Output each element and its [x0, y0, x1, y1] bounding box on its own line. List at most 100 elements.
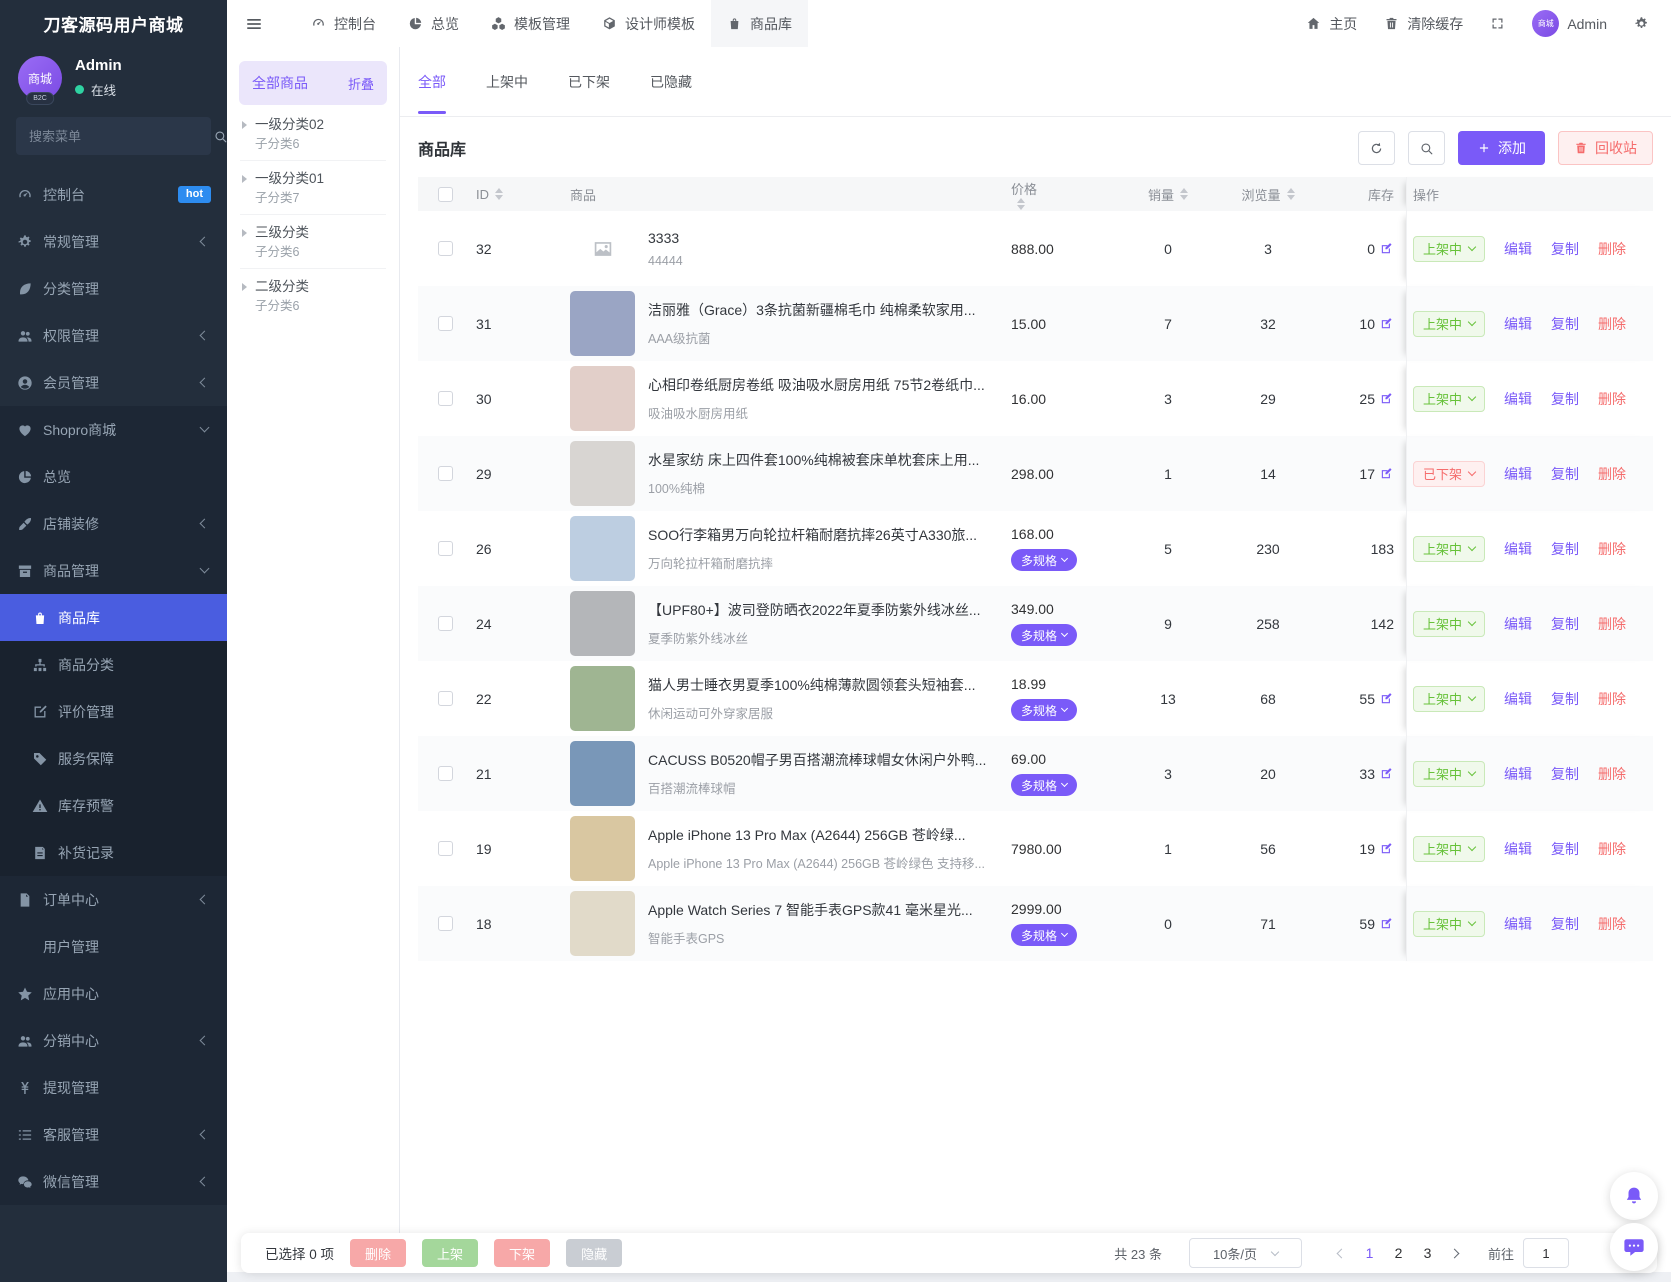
- row-checkbox[interactable]: [438, 316, 453, 331]
- category-item-3[interactable]: 二级分类 子分类6: [240, 269, 386, 322]
- status-select[interactable]: 上架中: [1413, 535, 1486, 562]
- stock-edit-button[interactable]: [1379, 466, 1394, 481]
- multi-spec-badge[interactable]: 多规格: [1011, 549, 1078, 571]
- batch-off-shelf-button[interactable]: 下架: [494, 1239, 551, 1267]
- sidebar-item-15[interactable]: 订单中心: [0, 876, 227, 923]
- status-select[interactable]: 已下架: [1413, 460, 1486, 487]
- topbar-tab-3[interactable]: 设计师模板: [586, 0, 711, 47]
- menu-toggle-button[interactable]: [227, 0, 281, 47]
- batch-delete-button[interactable]: 删除: [350, 1239, 407, 1267]
- delete-link[interactable]: 删除: [1598, 839, 1626, 859]
- product-image[interactable]: [570, 516, 635, 581]
- category-item-2[interactable]: 三级分类 子分类6: [240, 215, 386, 269]
- topbar-tab-0[interactable]: 控制台: [295, 0, 392, 47]
- multi-spec-badge[interactable]: 多规格: [1011, 699, 1078, 721]
- row-checkbox[interactable]: [438, 391, 453, 406]
- notifications-button[interactable]: [1610, 1172, 1658, 1220]
- edit-link[interactable]: 编辑: [1504, 914, 1532, 934]
- delete-link[interactable]: 删除: [1598, 764, 1626, 784]
- goto-page-input[interactable]: [1523, 1238, 1569, 1268]
- home-button[interactable]: 主页: [1306, 14, 1357, 34]
- stock-edit-button[interactable]: [1379, 916, 1394, 931]
- page-number-3[interactable]: 3: [1413, 1245, 1442, 1261]
- category-item-0[interactable]: 一级分类02 子分类6: [240, 107, 386, 161]
- avatar[interactable]: 商城 B2C: [18, 56, 62, 105]
- edit-link[interactable]: 编辑: [1504, 239, 1532, 259]
- tab-2[interactable]: 已下架: [568, 47, 610, 116]
- category-collapse-button[interactable]: 折叠: [348, 74, 374, 93]
- multi-spec-badge[interactable]: 多规格: [1011, 924, 1078, 946]
- category-header[interactable]: 全部商品 折叠: [239, 61, 387, 105]
- delete-link[interactable]: 删除: [1598, 689, 1626, 709]
- tab-1[interactable]: 上架中: [486, 47, 528, 116]
- page-size-select[interactable]: 10条/页: [1188, 1238, 1302, 1268]
- tab-0[interactable]: 全部: [418, 47, 446, 116]
- batch-hide-button[interactable]: 隐藏: [566, 1239, 623, 1267]
- topbar-tab-4[interactable]: 商品库: [711, 0, 808, 47]
- product-image[interactable]: [570, 591, 635, 656]
- sidebar-item-3[interactable]: 权限管理: [0, 312, 227, 359]
- sidebar-item-21[interactable]: 微信管理: [0, 1158, 227, 1205]
- column-header-2[interactable]: 价格: [1011, 179, 1123, 210]
- copy-link[interactable]: 复制: [1551, 764, 1579, 784]
- status-select[interactable]: 上架中: [1413, 910, 1486, 937]
- sidebar-item-9[interactable]: 商品库: [0, 594, 227, 641]
- edit-link[interactable]: 编辑: [1504, 539, 1532, 559]
- product-image[interactable]: [570, 441, 635, 506]
- product-image[interactable]: [570, 816, 635, 881]
- sidebar-item-19[interactable]: 提现管理: [0, 1064, 227, 1111]
- status-select[interactable]: 上架中: [1413, 685, 1486, 712]
- edit-link[interactable]: 编辑: [1504, 839, 1532, 859]
- row-checkbox[interactable]: [438, 616, 453, 631]
- topbar-tab-1[interactable]: 总览: [392, 0, 475, 47]
- category-subitem[interactable]: 子分类6: [255, 299, 384, 314]
- page-number-2[interactable]: 2: [1384, 1245, 1413, 1261]
- category-subitem[interactable]: 子分类6: [255, 137, 384, 152]
- edit-link[interactable]: 编辑: [1504, 464, 1532, 484]
- settings-button[interactable]: [1634, 16, 1649, 31]
- batch-on-shelf-button[interactable]: 上架: [422, 1239, 479, 1267]
- row-checkbox[interactable]: [438, 841, 453, 856]
- status-select[interactable]: 上架中: [1413, 385, 1486, 412]
- product-image[interactable]: [570, 741, 635, 806]
- sidebar-item-10[interactable]: 商品分类: [0, 641, 227, 688]
- select-all-checkbox[interactable]: [438, 186, 453, 202]
- sidebar-item-17[interactable]: 应用中心: [0, 970, 227, 1017]
- stock-edit-button[interactable]: [1379, 841, 1394, 856]
- topbar-tab-2[interactable]: 模板管理: [475, 0, 586, 47]
- row-checkbox[interactable]: [438, 541, 453, 556]
- product-image[interactable]: [570, 891, 635, 956]
- row-checkbox[interactable]: [438, 691, 453, 706]
- refresh-button[interactable]: [1358, 131, 1395, 165]
- status-select[interactable]: 上架中: [1413, 235, 1486, 262]
- product-image[interactable]: [570, 666, 635, 731]
- edit-link[interactable]: 编辑: [1504, 389, 1532, 409]
- sidebar-item-1[interactable]: 常规管理: [0, 218, 227, 265]
- sidebar-item-2[interactable]: 分类管理: [0, 265, 227, 312]
- sidebar-item-13[interactable]: 库存预警: [0, 782, 227, 829]
- delete-link[interactable]: 删除: [1598, 314, 1626, 334]
- sidebar-item-20[interactable]: 客服管理: [0, 1111, 227, 1158]
- category-subitem[interactable]: 子分类6: [255, 245, 384, 260]
- edit-link[interactable]: 编辑: [1504, 689, 1532, 709]
- row-checkbox[interactable]: [438, 766, 453, 781]
- copy-link[interactable]: 复制: [1551, 239, 1579, 259]
- delete-link[interactable]: 删除: [1598, 914, 1626, 934]
- copy-link[interactable]: 复制: [1551, 689, 1579, 709]
- stock-edit-button[interactable]: [1379, 766, 1394, 781]
- sidebar-item-18[interactable]: 分销中心: [0, 1017, 227, 1064]
- row-checkbox[interactable]: [438, 241, 453, 256]
- sidebar-item-7[interactable]: 店铺装修: [0, 500, 227, 547]
- chat-button[interactable]: [1610, 1223, 1658, 1271]
- delete-link[interactable]: 删除: [1598, 464, 1626, 484]
- copy-link[interactable]: 复制: [1551, 464, 1579, 484]
- delete-link[interactable]: 删除: [1598, 389, 1626, 409]
- sidebar-item-11[interactable]: 评价管理: [0, 688, 227, 735]
- stock-edit-button[interactable]: [1379, 316, 1394, 331]
- search-input[interactable]: [29, 128, 205, 144]
- delete-link[interactable]: 删除: [1598, 614, 1626, 634]
- edit-link[interactable]: 编辑: [1504, 764, 1532, 784]
- copy-link[interactable]: 复制: [1551, 839, 1579, 859]
- category-subitem[interactable]: 子分类7: [255, 191, 384, 206]
- status-select[interactable]: 上架中: [1413, 310, 1486, 337]
